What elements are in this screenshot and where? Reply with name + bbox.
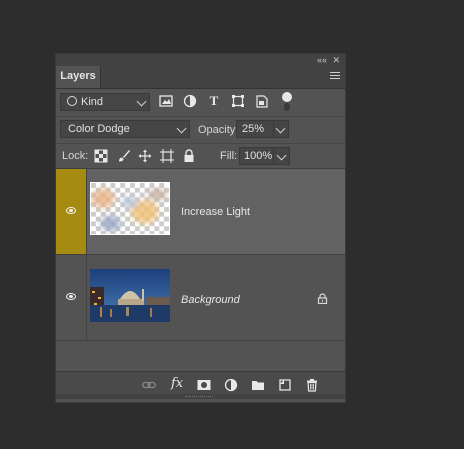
chevron-down-icon [275,123,286,134]
filter-toggle[interactable] [282,92,292,112]
lock-position-icon[interactable] [138,149,152,163]
lock-image-pixels-icon[interactable] [117,149,131,163]
eye-icon [66,293,76,300]
fill-value: 100% [244,150,273,162]
tab-layers[interactable]: Layers [56,66,101,88]
visibility-toggle[interactable] [56,255,87,340]
opacity-label: Opacity: [198,124,239,136]
layers-list: Increase Light Background [56,169,345,371]
type-filter-icon[interactable]: T [207,93,221,109]
panel-resize-handle[interactable] [56,394,345,399]
add-mask-icon[interactable] [197,378,211,392]
chevron-down-icon [136,96,147,107]
lock-label: Lock: [62,150,89,162]
search-icon [67,96,77,106]
lock-transparent-pixels-icon[interactable] [94,149,108,163]
lock-artboard-icon[interactable] [160,149,174,163]
toggle-knob [282,92,292,102]
new-layer-icon[interactable] [278,378,292,392]
layer-row-background[interactable]: Background [56,255,345,341]
kind-filter-dropdown[interactable]: Kind [60,93,150,111]
fill-label: Fill: [220,150,238,162]
layers-panel: «« ✕ Layers Kind T Color Dodge Opacity: … [55,53,346,403]
panel-menu-icon[interactable] [330,72,340,81]
fill-slider-button[interactable] [273,147,290,165]
link-layers-icon[interactable] [142,378,156,392]
grip [185,396,213,398]
delete-icon[interactable] [305,378,319,392]
adjustment-layer-icon[interactable] [224,378,238,392]
eye-icon [66,207,76,214]
layers-footer: fx [56,371,345,399]
filter-row: Kind T [56,89,345,117]
lock-icon [317,293,328,304]
lock-row: Lock: Fill: 100% [56,144,345,169]
collapse-panel-icon[interactable]: «« [317,54,327,66]
smart-object-filter-icon[interactable] [255,93,269,109]
layer-name[interactable]: Background [181,294,240,306]
group-folder-icon[interactable] [251,378,265,392]
toggle-track [284,103,290,111]
opacity-slider-button[interactable] [273,120,289,138]
image-filter-icon[interactable] [159,93,173,109]
layer-row-increase-light[interactable]: Increase Light [56,169,345,255]
layer-thumbnail [90,182,170,235]
blend-mode-dropdown[interactable]: Color Dodge [60,120,190,138]
chevron-down-icon [276,150,287,161]
kind-filter-label: Kind [81,96,104,108]
blend-row: Color Dodge Opacity: 25% [56,117,345,144]
close-panel-icon[interactable]: ✕ [332,54,340,66]
fx-icon[interactable]: fx [171,376,183,391]
visibility-toggle[interactable] [56,169,87,254]
adjustment-filter-icon[interactable] [183,93,197,109]
opacity-value: 25% [242,123,265,135]
tab-bar: Layers [56,66,345,89]
panel-title-strip: «« ✕ [56,54,345,66]
blend-mode-value: Color Dodge [68,123,130,135]
chevron-down-icon [176,123,187,134]
layer-name[interactable]: Increase Light [181,206,250,218]
shape-filter-icon[interactable] [231,93,245,109]
lock-all-icon[interactable] [182,149,196,163]
layer-thumbnail [90,269,170,322]
